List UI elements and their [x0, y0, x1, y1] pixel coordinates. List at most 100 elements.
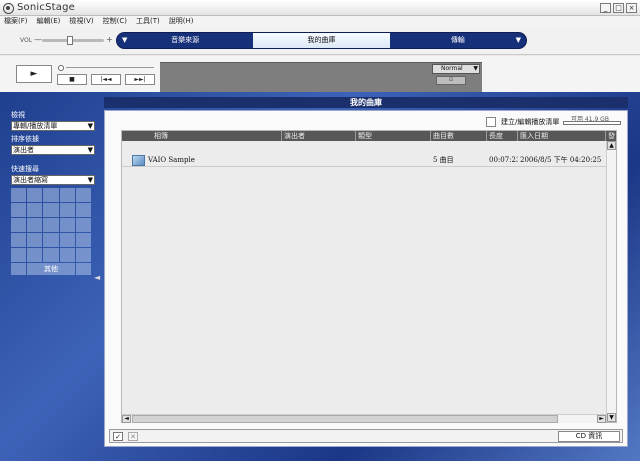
quick-search-key[interactable]	[43, 203, 59, 217]
play-mode-select[interactable]: Normal ▼	[432, 64, 480, 74]
quick-search-key[interactable]	[11, 248, 27, 262]
menu-file[interactable]: 檔案(F)	[4, 16, 28, 27]
check-all-icon[interactable]: ✓	[113, 432, 123, 441]
volume-plus-icon[interactable]: +	[106, 35, 113, 44]
quick-search-key[interactable]	[75, 188, 91, 202]
tab-transfer[interactable]: 傳輸 ▼	[390, 33, 526, 48]
quick-search-key[interactable]	[11, 233, 27, 247]
genre-cell	[356, 153, 431, 166]
window-controls: _ □ ×	[600, 3, 637, 13]
minimize-button[interactable]: _	[600, 3, 611, 13]
quick-search-key[interactable]	[27, 233, 43, 247]
view-select[interactable]: 專輯/播放清單 ▼	[11, 121, 95, 131]
quick-search-key[interactable]	[75, 248, 91, 262]
quick-search-other-button[interactable]: 其他	[27, 263, 75, 275]
quick-search-key[interactable]	[11, 263, 27, 275]
quick-search-key[interactable]	[43, 233, 59, 247]
volume-minus-icon[interactable]: —	[34, 35, 42, 44]
quick-search-key[interactable]	[43, 248, 59, 262]
quick-search-key[interactable]	[11, 218, 27, 232]
menu-control[interactable]: 控制(C)	[103, 16, 127, 27]
menu-tools[interactable]: 工具(T)	[136, 16, 160, 27]
capacity-bar	[563, 121, 621, 125]
table-row[interactable]: VAIO Sample 5 曲目 00:07:23 2006/8/5 下午 04…	[122, 153, 616, 167]
quick-search-key[interactable]	[27, 218, 43, 232]
sidebar: 檢視 專輯/播放清單 ▼ 排序依據 演出者 ▼ 快速搜尋 演出者縮寫 ▼ 其他	[11, 110, 95, 290]
horizontal-scroll-thumb[interactable]	[132, 415, 558, 423]
view-select-value: 專輯/播放清單	[13, 122, 58, 130]
quick-search-key[interactable]	[75, 233, 91, 247]
next-button[interactable]: ►►|	[125, 74, 155, 85]
maximize-button[interactable]: □	[613, 3, 624, 13]
quick-search-select[interactable]: 演出者縮寫 ▼	[11, 175, 95, 185]
quick-search-key[interactable]	[59, 248, 75, 262]
column-artist[interactable]: 演出者	[282, 131, 356, 141]
album-icon	[132, 154, 145, 166]
scroll-up-icon[interactable]: ▲	[607, 141, 616, 150]
main-nav: ▼ 音樂來源 我的曲庫 傳輸 ▼	[116, 32, 527, 49]
quick-search-key[interactable]	[27, 248, 43, 262]
mini-mode-button[interactable]: ⊡	[436, 76, 466, 85]
quick-search-key[interactable]	[75, 203, 91, 217]
player-panel: ► ■ |◄◄ ►►| Normal ▼ ⊡	[0, 56, 640, 92]
column-genre[interactable]: 類型	[356, 131, 431, 141]
previous-button[interactable]: |◄◄	[91, 74, 121, 85]
chevron-down-icon: ▼	[473, 65, 478, 72]
tab-my-library[interactable]: 我的曲庫	[253, 33, 390, 48]
sort-select-value: 演出者	[13, 146, 34, 154]
quick-search-key[interactable]	[75, 263, 91, 275]
seek-knob[interactable]	[58, 65, 64, 71]
top-toolbar: VOL — + ▼ 音樂來源 我的曲庫 傳輸 ▼	[0, 27, 640, 55]
scroll-left-icon[interactable]: ◄	[122, 415, 131, 423]
chevron-down-icon[interactable]: ▼	[122, 33, 127, 48]
scroll-down-icon[interactable]: ▼	[607, 413, 616, 422]
chevron-down-icon: ▼	[87, 176, 93, 184]
playlist-checkbox[interactable]	[486, 117, 496, 127]
create-playlist-label[interactable]: 建立/編輯播放清單	[501, 117, 559, 127]
stop-button[interactable]: ■	[57, 74, 87, 85]
sort-label: 排序依據	[11, 135, 39, 143]
menu-view[interactable]: 檢視(V)	[69, 16, 93, 27]
menu-help[interactable]: 說明(H)	[169, 16, 194, 27]
quick-search-key[interactable]	[43, 188, 59, 202]
tab-music-source[interactable]: ▼ 音樂來源	[117, 33, 253, 48]
album-name: VAIO Sample	[148, 156, 195, 164]
horizontal-scrollbar[interactable]: ◄ ►	[122, 414, 606, 423]
chevron-down-icon: ▼	[87, 122, 93, 130]
collapse-sidebar-icon[interactable]: ◄	[94, 273, 100, 282]
volume-label: VOL	[20, 37, 33, 44]
column-track-count[interactable]: 曲目數	[431, 131, 487, 141]
seek-bar[interactable]	[66, 67, 154, 68]
quick-search-key[interactable]	[11, 188, 27, 202]
column-extra[interactable]: 發	[606, 131, 616, 141]
chevron-down-icon[interactable]: ▼	[516, 33, 521, 48]
volume-slider-knob[interactable]	[67, 36, 74, 45]
sort-select[interactable]: 演出者 ▼	[11, 145, 95, 155]
quick-search-key[interactable]	[59, 233, 75, 247]
quick-search-key[interactable]	[27, 188, 43, 202]
scroll-right-icon[interactable]: ►	[597, 415, 606, 423]
tab-my-library-label: 我的曲庫	[307, 36, 336, 44]
play-mode-value: Normal	[441, 65, 463, 72]
column-import-date[interactable]: 匯入日期	[518, 131, 606, 141]
tab-music-source-label: 音樂來源	[171, 36, 200, 44]
quick-search-key[interactable]	[27, 203, 43, 217]
quick-search-key[interactable]	[75, 218, 91, 232]
quick-search-key[interactable]	[11, 203, 27, 217]
volume-slider[interactable]	[42, 36, 104, 45]
menu-edit[interactable]: 編輯(E)	[37, 16, 61, 27]
column-album[interactable]: 相簿	[122, 131, 282, 141]
close-button[interactable]: ×	[626, 3, 637, 13]
quick-search-key[interactable]	[59, 218, 75, 232]
cd-info-button[interactable]: CD 資訊	[558, 431, 620, 442]
quick-search-value: 演出者縮寫	[13, 176, 48, 184]
quick-search-key[interactable]	[59, 203, 75, 217]
library-panel: 建立/編輯播放清單 可用 41.9 GB 相簿 演出者 類型 曲目數 長度 匯入…	[104, 110, 628, 447]
app-logo-icon	[3, 3, 14, 14]
column-length[interactable]: 長度	[487, 131, 518, 141]
uncheck-all-icon[interactable]: ✕	[128, 432, 138, 441]
quick-search-key[interactable]	[43, 218, 59, 232]
play-button[interactable]: ►	[16, 65, 52, 83]
quick-search-key[interactable]	[59, 188, 75, 202]
vertical-scrollbar[interactable]: ▲ ▼	[606, 141, 616, 422]
